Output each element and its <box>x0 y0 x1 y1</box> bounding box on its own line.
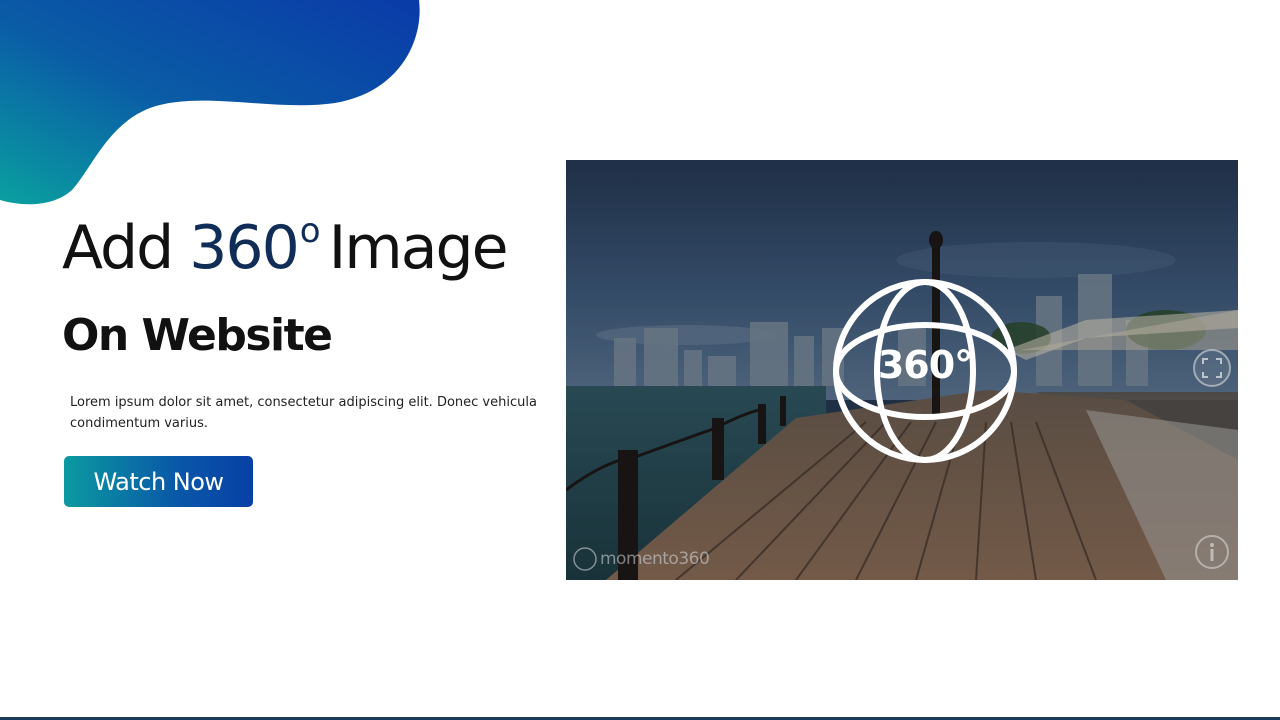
badge-label: 360° <box>877 343 973 387</box>
title-suffix: Image <box>328 213 509 283</box>
play-360-badge[interactable]: 360° <box>832 278 1018 464</box>
page-subtitle: On Website <box>62 310 333 361</box>
watch-now-button[interactable]: Watch Now <box>64 456 253 507</box>
watermark-text: momento360 <box>600 549 710 569</box>
title-degree-mark: o <box>299 211 321 251</box>
info-button[interactable] <box>1194 534 1230 570</box>
watermark-logo: momento360 <box>572 545 710 573</box>
page-title: Add 360o Image <box>62 214 508 278</box>
watermark-circle-icon <box>573 547 597 571</box>
panorama-viewer[interactable]: 360° momento360 <box>566 160 1238 580</box>
fullscreen-button[interactable] <box>1192 348 1232 388</box>
decorative-wave-blob <box>0 0 420 205</box>
info-icon <box>1195 535 1229 569</box>
title-prefix: Add <box>62 213 190 283</box>
title-number: 360 <box>189 213 300 283</box>
fullscreen-icon <box>1193 349 1231 387</box>
hero-description: Lorem ipsum dolor sit amet, consectetur … <box>70 395 537 431</box>
